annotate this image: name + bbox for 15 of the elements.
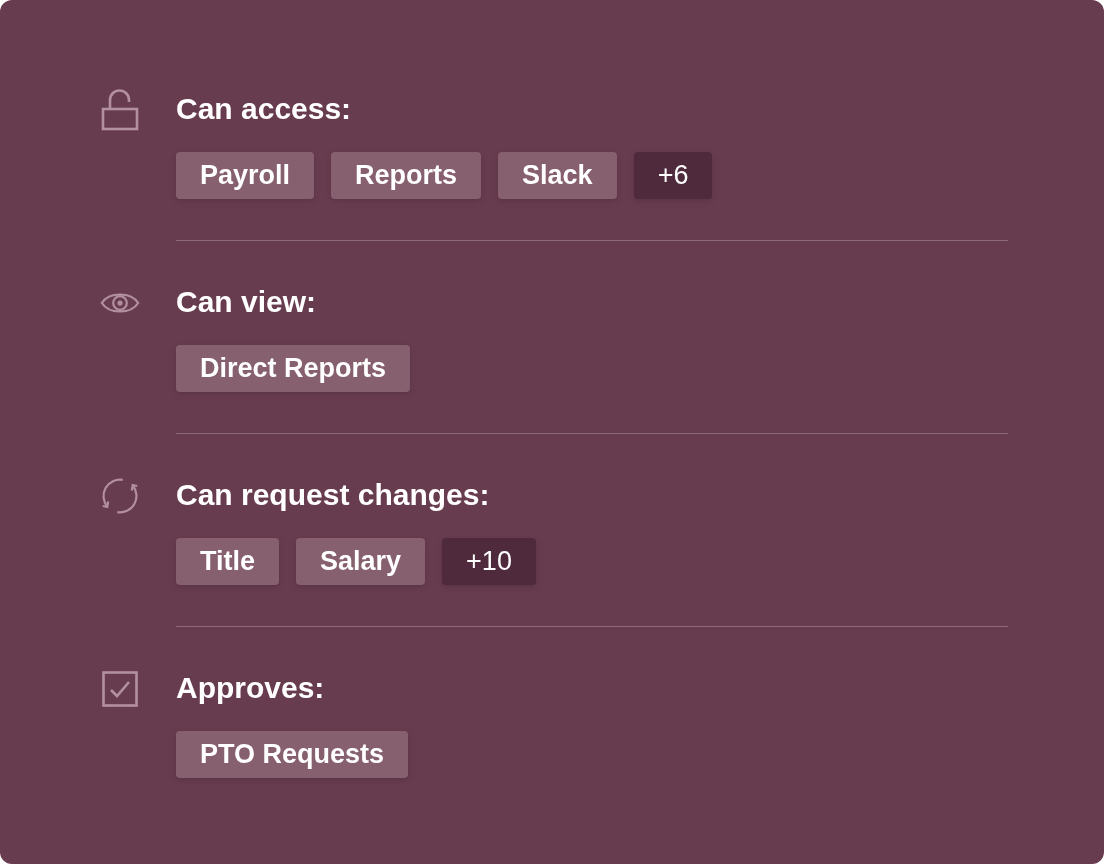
open-padlock-icon [101,89,139,131]
checked-checkbox-icon [102,671,138,707]
permission-tag: Salary [296,538,426,585]
more-count-tag: +10 [442,538,536,585]
permission-tag: Title [176,538,279,585]
permission-tag: Slack [498,152,617,199]
more-count-tag: +6 [633,152,713,199]
permission-tag: Direct Reports [176,345,411,392]
section-heading: Can view: [176,284,318,320]
section-heading: Approves: [176,670,326,706]
section-heading: Can request changes: [176,477,491,513]
permission-tag: PTO Requests [176,731,409,778]
permission-tag: Reports [331,152,482,199]
section-heading: Can access: [176,91,353,127]
permission-tag: Payroll [176,152,315,199]
